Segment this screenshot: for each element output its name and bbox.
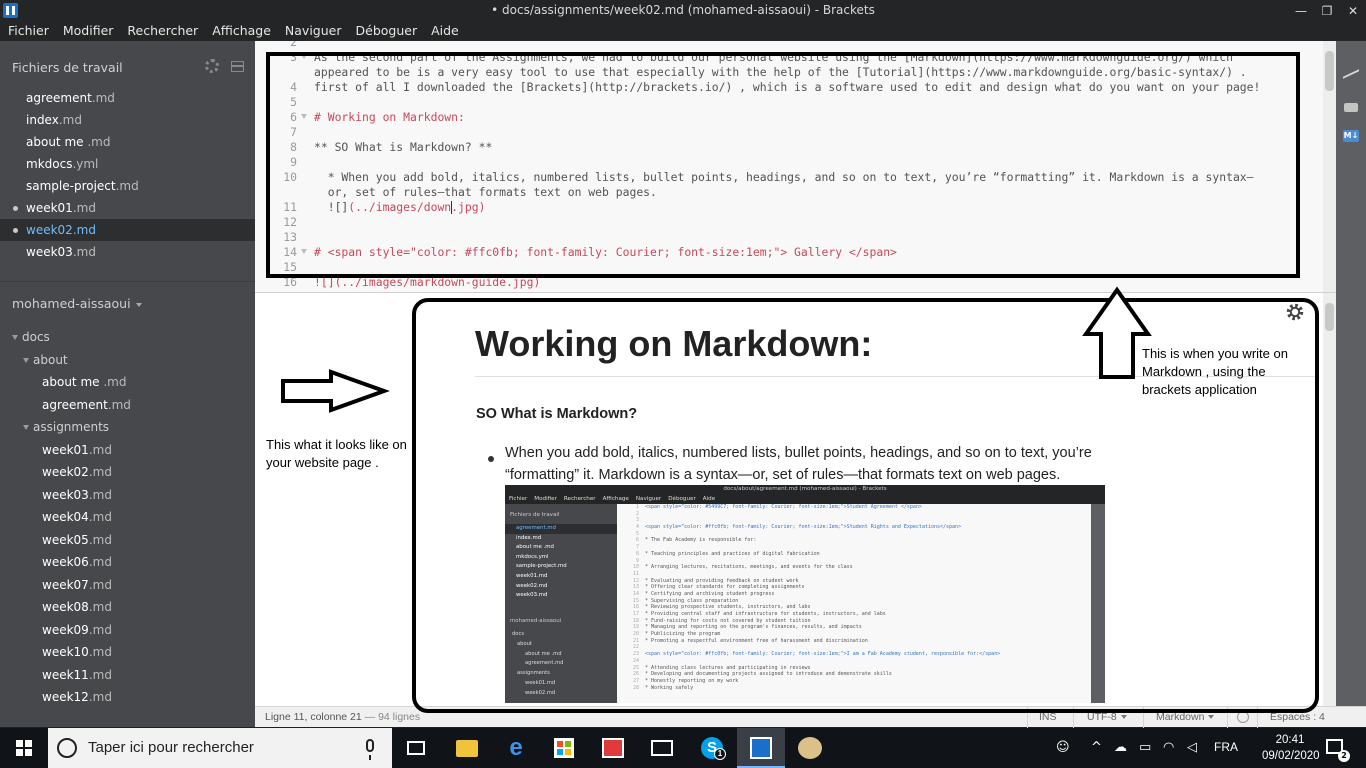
file-explorer-button[interactable] [443, 728, 491, 768]
folder-icon [456, 739, 478, 757]
battery-icon[interactable]: ▭ [1139, 741, 1151, 755]
clock-date: 09/02/2020 [1262, 750, 1320, 762]
preview-annotation-text: This what it looks like on your website … [266, 437, 407, 470]
brackets-icon [750, 737, 772, 759]
skype-button[interactable]: S1 [688, 728, 736, 768]
brackets-taskbar-button[interactable] [737, 728, 785, 768]
language-indicator[interactable]: FRA [1214, 740, 1238, 754]
right-arrow-annotation [281, 369, 390, 413]
search-placeholder: Taper ici pour rechercher [88, 739, 254, 756]
microphone-icon[interactable] [366, 739, 374, 760]
clock[interactable]: 20:41 09/02/2020 [1262, 732, 1320, 764]
clock-time: 20:41 [1275, 734, 1305, 746]
gift-icon [602, 738, 624, 758]
notification-count: 2 [1338, 750, 1350, 762]
skype-icon: S1 [701, 737, 726, 760]
wifi-icon[interactable]: ◠ [1163, 741, 1174, 755]
chevron-up-icon[interactable]: ^ [1091, 741, 1102, 755]
mail-icon [651, 740, 673, 756]
windows-logo-icon [16, 740, 32, 756]
paint-icon [798, 737, 822, 759]
people-icon[interactable]: ☺ [1056, 741, 1070, 755]
paint-button[interactable] [786, 728, 834, 768]
edge-icon: e [509, 734, 523, 761]
up-arrow-annotation [1082, 286, 1152, 379]
volume-icon[interactable]: ◁ [1187, 741, 1197, 755]
start-button[interactable] [0, 728, 48, 768]
gift-app-button[interactable] [589, 728, 637, 768]
taskbar: Taper ici pour rechercher e S1 ☺ ^ ☁ ▭ ◠… [0, 728, 1366, 768]
store-button[interactable] [540, 728, 588, 768]
task-view-icon [407, 741, 425, 755]
edge-button[interactable]: e [492, 728, 540, 768]
task-view-button[interactable] [392, 728, 440, 768]
editor-annotation-text: This is when you write on Markdown , usi… [1142, 346, 1288, 397]
brackets-window: • docs/assignments/week02.md (mohamed-ai… [0, 0, 1366, 768]
mail-button[interactable] [638, 728, 686, 768]
onedrive-icon[interactable]: ☁ [1114, 741, 1127, 755]
skype-badge: 1 [714, 748, 726, 760]
taskbar-search[interactable]: Taper ici pour rechercher [48, 728, 392, 768]
editor-highlight-box [266, 52, 1300, 278]
store-icon [554, 738, 574, 758]
cortana-icon [57, 738, 77, 758]
